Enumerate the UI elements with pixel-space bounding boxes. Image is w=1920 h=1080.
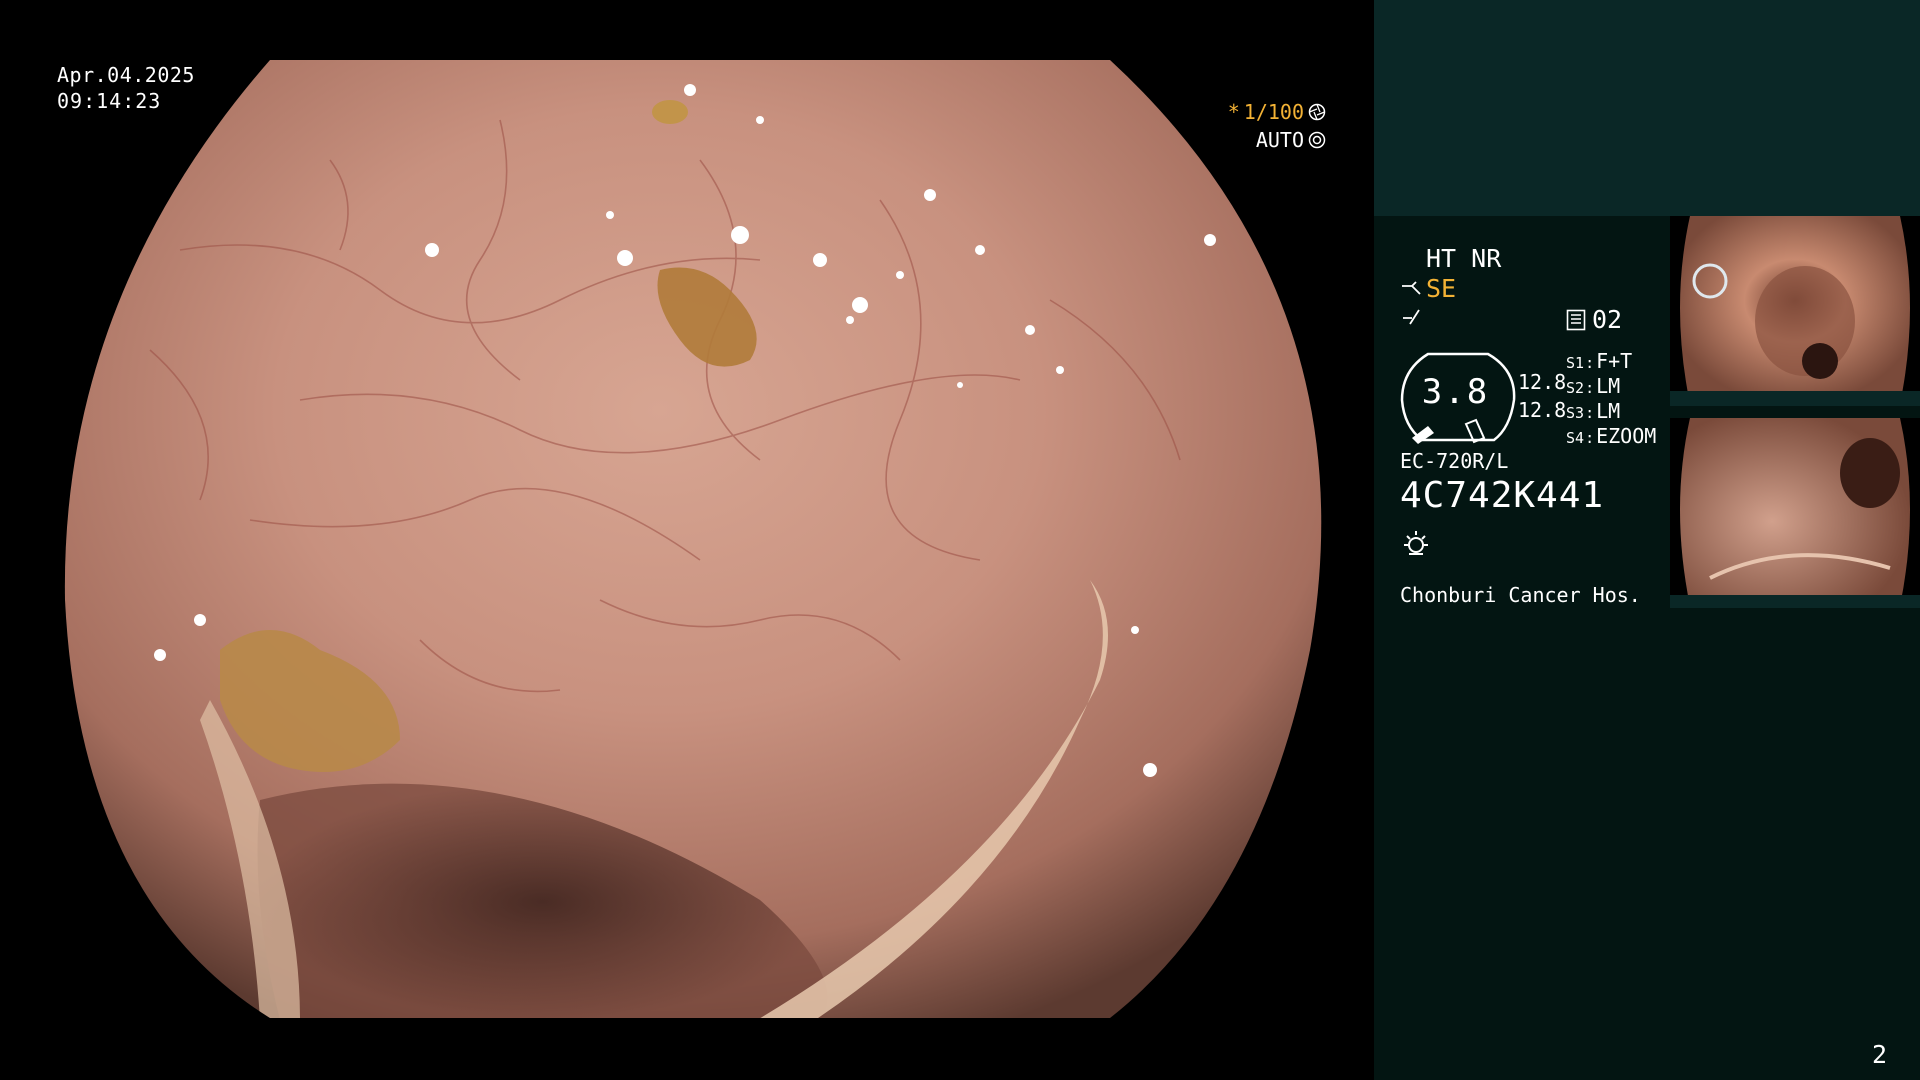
switch-value: LM — [1596, 374, 1621, 398]
switch-key: S4 — [1566, 429, 1585, 447]
shutter-prefix: * — [1227, 100, 1240, 124]
endoscopic-image — [64, 60, 1322, 1018]
switch-key: S1 — [1566, 354, 1585, 372]
endoscope-view — [0, 0, 1374, 1080]
enhancement-text: HT NR — [1426, 244, 1502, 273]
switch-key: S3 — [1566, 404, 1585, 422]
shutter-readout: * 1/100 — [1228, 100, 1326, 124]
zoom-level-a: 12.8 — [1518, 370, 1567, 394]
date-text: Apr.04.2025 — [57, 63, 195, 87]
capture-thumbnail-2[interactable] — [1670, 418, 1920, 608]
mode-indicator: 02 — [1566, 305, 1622, 334]
switch-value: LM — [1596, 399, 1621, 423]
structure-mode-row: SE — [1400, 274, 1456, 303]
hospital-name: Chonburi Cancer Hos. — [1400, 583, 1641, 607]
zoom-tele-marker — [1464, 418, 1486, 444]
switch-row-4: S4: EZOOM — [1566, 424, 1657, 448]
capture-thumbnail-1[interactable] — [1670, 216, 1920, 406]
scope-serial: 4C742K441 — [1400, 475, 1605, 516]
switch-row-2: S2: LM — [1566, 374, 1621, 398]
switch-value: EZOOM — [1596, 424, 1657, 448]
structure-mode-text: SE — [1426, 274, 1457, 303]
scope-model: EC-720R/L — [1400, 449, 1509, 473]
exposure-readout: AUTO — [1256, 128, 1326, 152]
info-panel: HT NR SE 02 3.8 12.8 12.8 S1: F+T S2: LM… — [1374, 0, 1920, 1080]
exposure-mode-text: AUTO — [1255, 128, 1304, 152]
light-source-icon — [1400, 528, 1432, 564]
switch-key: S2 — [1566, 379, 1585, 397]
page-number: 2 — [1872, 1040, 1888, 1069]
zoom-level-b: 12.8 — [1518, 398, 1567, 422]
switch-value: F+T — [1596, 349, 1633, 373]
time-text: 09:14:23 — [57, 89, 162, 113]
memory-icon — [1566, 309, 1586, 330]
aperture-icon — [1308, 103, 1326, 121]
contrast-icon — [1400, 306, 1422, 334]
mode-number: 02 — [1592, 305, 1623, 334]
shutter-value: 1/100 — [1243, 100, 1304, 124]
zoom-value: 3.8 — [1421, 372, 1490, 412]
switch-row-3: S3: LM — [1566, 399, 1621, 423]
iris-icon — [1308, 131, 1326, 149]
panel-header-area — [1374, 0, 1920, 216]
structure-enhance-icon — [1402, 280, 1421, 295]
switch-row-1: S1: F+T — [1566, 349, 1633, 373]
